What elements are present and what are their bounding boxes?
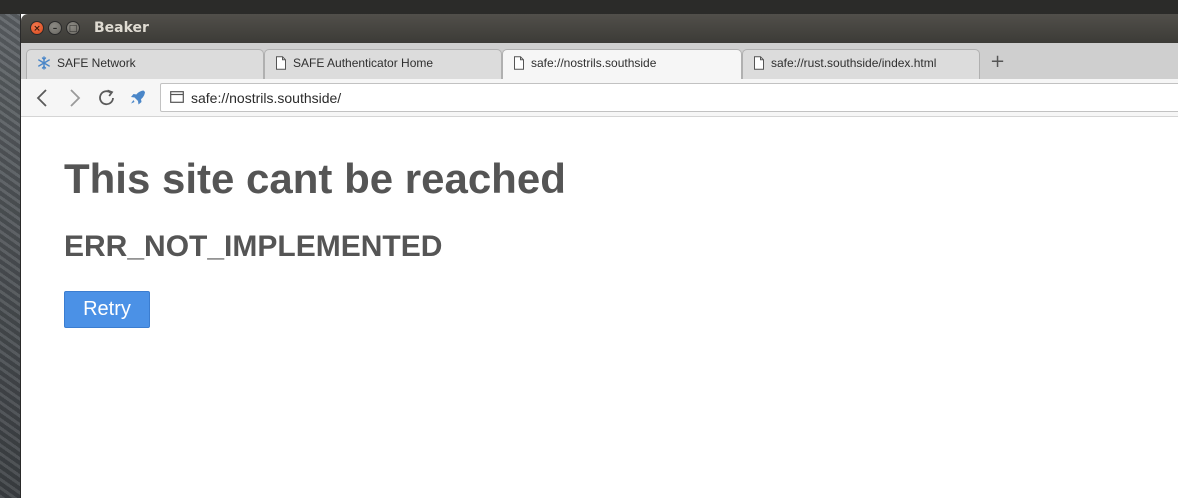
error-title: This site cant be reached xyxy=(64,155,566,202)
page-icon xyxy=(276,56,286,70)
snowflake-icon xyxy=(38,56,50,70)
tab-nostrils-southside[interactable]: safe://nostrils.southside xyxy=(502,49,742,80)
browser-window: × – □ Beaker SAFE Network SAFE Authentic… xyxy=(20,14,1178,498)
tab-label: SAFE Authenticator Home xyxy=(293,56,434,70)
window-maximize-button[interactable]: □ xyxy=(66,21,80,35)
error-code: ERR_NOT_IMPLEMENTED xyxy=(64,230,443,263)
reload-icon xyxy=(99,89,114,106)
chevron-left-icon xyxy=(36,89,47,107)
window-title: Beaker xyxy=(94,20,149,36)
page-icon xyxy=(754,56,764,70)
tab-label: safe://rust.southside/index.html xyxy=(771,56,937,70)
navigation-toolbar: safe://nostrils.southside/ xyxy=(21,79,1178,117)
forward-button[interactable] xyxy=(63,88,85,108)
rocket-icon xyxy=(131,90,145,105)
tab-safe-network[interactable]: SAFE Network xyxy=(26,49,264,79)
window-titlebar[interactable]: × – □ Beaker xyxy=(21,14,1178,43)
url-bar[interactable]: safe://nostrils.southside/ xyxy=(160,83,1178,112)
retry-button[interactable]: Retry xyxy=(64,291,150,328)
window-close-button[interactable]: × xyxy=(30,21,44,35)
reload-button[interactable] xyxy=(96,88,118,108)
rocket-button[interactable] xyxy=(127,88,149,108)
chevron-right-icon xyxy=(70,89,81,107)
tab-safe-authenticator[interactable]: SAFE Authenticator Home xyxy=(264,49,502,79)
url-text[interactable]: safe://nostrils.southside/ xyxy=(191,90,341,106)
tab-strip: SAFE Network SAFE Authenticator Home saf… xyxy=(21,43,1178,80)
page-icon xyxy=(514,56,524,70)
desktop-wallpaper xyxy=(0,14,20,498)
tab-rust-southside[interactable]: safe://rust.southside/index.html xyxy=(742,49,980,79)
back-button[interactable] xyxy=(32,88,54,108)
window-minimize-button[interactable]: – xyxy=(48,21,62,35)
page-info-icon[interactable] xyxy=(170,91,184,103)
page-content: This site cant be reached ERR_NOT_IMPLEM… xyxy=(21,117,1178,498)
tab-label: SAFE Network xyxy=(57,56,136,70)
new-tab-button[interactable]: + xyxy=(990,53,1005,71)
tab-label: safe://nostrils.southside xyxy=(531,56,657,70)
